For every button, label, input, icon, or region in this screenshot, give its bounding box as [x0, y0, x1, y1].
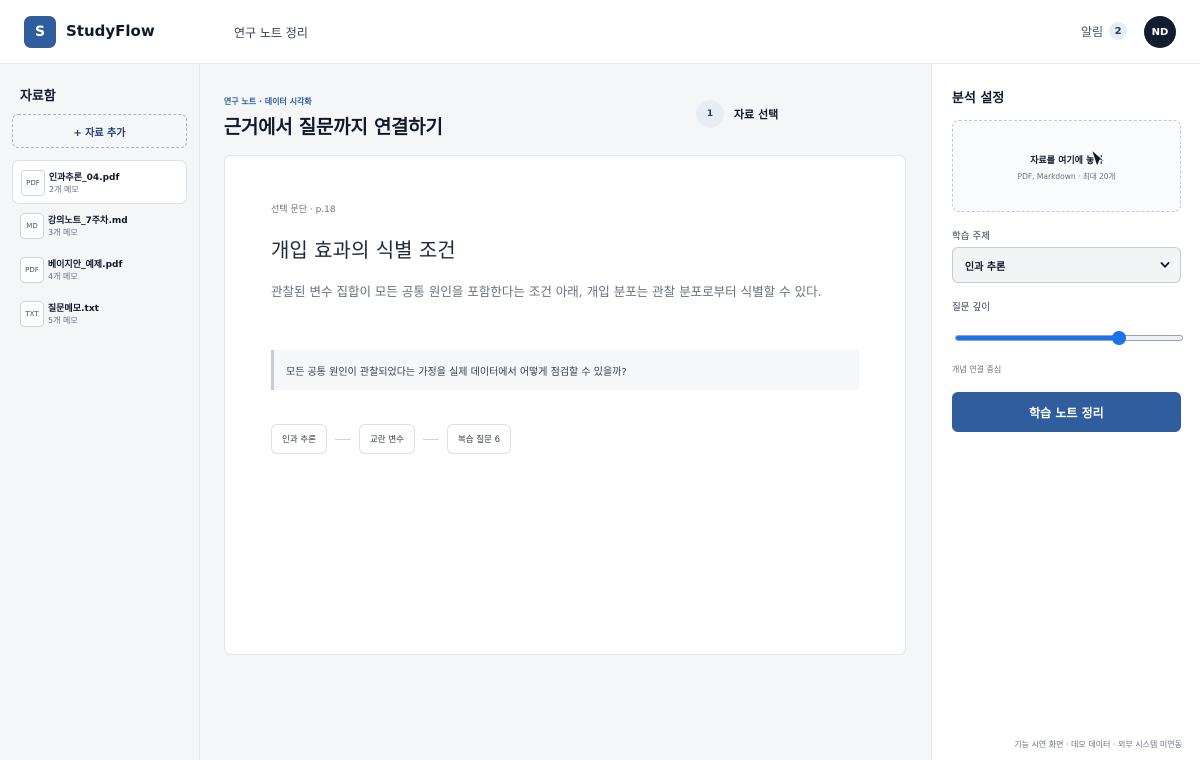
app-logo[interactable]: S	[24, 16, 56, 48]
file-note-count: 5개 메모	[48, 316, 78, 325]
notifications-button[interactable]: 알림 2	[1081, 22, 1128, 40]
concept-chip[interactable]: 교란 변수	[358, 424, 415, 454]
depth-label: 질문 깊이	[952, 302, 990, 313]
notifications-label: 알림	[1081, 24, 1104, 39]
file-type-icon: TXT	[20, 301, 44, 327]
page-title: 근거에서 질문까지 연결하기	[224, 116, 443, 138]
dropzone-title: 자료를 여기에 놓기	[1030, 156, 1103, 166]
organize-notes-button[interactable]: 학습 노트 정리	[952, 392, 1181, 432]
question-quote: 모든 공통 원인이 관찰되었다는 가정을 실제 데이터에서 어떻게 점검할 수 …	[271, 350, 859, 390]
library-sidebar: 자료함 + 자료 추가 PDF 인과추론_04.pdf 2개 메모 MD 강의노…	[0, 64, 200, 760]
demo-footer-note: 기능 시연 화면 · 데모 데이터 · 외부 시스템 미연동	[1014, 740, 1182, 749]
nav-link-notes[interactable]: 연구 노트 정리	[234, 24, 308, 41]
depth-slider[interactable]	[955, 331, 1183, 345]
chip-connector	[334, 438, 351, 440]
concept-chip[interactable]: 인과 추론	[271, 424, 327, 454]
topic-select-value: 인과 추론	[965, 261, 1006, 273]
passage-body: 관찰된 변수 집합이 모든 공통 원인을 포함한다는 조건 아래, 개입 분포는…	[271, 284, 822, 299]
passage-card: 선택 문단 · p.18 개입 효과의 식별 조건 관찰된 변수 집합이 모든 …	[224, 155, 906, 655]
file-item[interactable]: PDF 베이지안_예제.pdf 4개 메모	[12, 248, 187, 292]
brand-name: StudyFlow	[66, 22, 155, 40]
slider-thumb[interactable]	[1112, 331, 1127, 345]
slider-track	[955, 335, 1183, 341]
concept-chip[interactable]: 복습 질문 6	[446, 424, 512, 454]
top-header: S StudyFlow 연구 노트 정리 알림 2 ND	[0, 0, 1200, 64]
slider-fill	[956, 336, 1119, 340]
file-note-count: 4개 메모	[48, 272, 78, 281]
main-content: 연구 노트 · 데이터 시각화 근거에서 질문까지 연결하기 1 자료 선택 선…	[200, 64, 931, 760]
sidebar-title: 자료함	[20, 89, 56, 104]
dropzone-subtitle: PDF, Markdown · 최대 20개	[1017, 172, 1116, 181]
passage-heading: 개입 효과의 식별 조건	[271, 238, 456, 262]
file-type-icon: PDF	[20, 257, 44, 283]
question-quote-text: 모든 공통 원인이 관찰되었다는 가정을 실제 데이터에서 어떻게 점검할 수 …	[286, 366, 627, 378]
passage-meta: 선택 문단 · p.18	[271, 205, 336, 215]
topic-label: 학습 주제	[952, 231, 990, 242]
file-note-count: 3개 메모	[48, 228, 78, 237]
depth-caption: 개념 연결 중심	[952, 365, 1002, 374]
file-name: 베이지안_예제.pdf	[48, 260, 123, 270]
file-name: 강의노트_7주차.md	[48, 216, 128, 226]
step-number-badge: 1	[696, 100, 724, 128]
chevron-down-icon	[1160, 262, 1170, 268]
user-avatar[interactable]: ND	[1144, 16, 1176, 48]
chip-connector	[422, 438, 439, 440]
file-item[interactable]: PDF 인과추론_04.pdf 2개 메모	[12, 160, 187, 204]
file-dropzone[interactable]: 자료를 여기에 놓기 PDF, Markdown · 최대 20개	[952, 120, 1181, 212]
file-name: 인과추론_04.pdf	[49, 173, 120, 183]
panel-title: 분석 설정	[952, 91, 1005, 106]
concept-chain: 인과 추론 교란 변수 복습 질문 6	[271, 424, 512, 454]
file-name: 질문메모.txt	[48, 304, 99, 314]
file-note-count: 2개 메모	[49, 185, 79, 194]
add-material-button[interactable]: + 자료 추가	[12, 114, 187, 148]
notifications-count-badge: 2	[1109, 22, 1128, 40]
file-item[interactable]: MD 강의노트_7주차.md 3개 메모	[12, 204, 187, 248]
topic-select[interactable]: 인과 추론	[952, 247, 1181, 283]
mouse-cursor-icon	[1090, 148, 1109, 168]
file-item[interactable]: TXT 질문메모.txt 5개 메모	[12, 292, 187, 336]
page-kicker: 연구 노트 · 데이터 시각화	[224, 97, 312, 106]
file-type-icon: PDF	[21, 170, 45, 196]
step-label: 자료 선택	[734, 108, 779, 121]
settings-panel: 분석 설정 자료를 여기에 놓기 PDF, Markdown · 최대 20개 …	[931, 64, 1200, 760]
file-type-icon: MD	[20, 213, 44, 239]
